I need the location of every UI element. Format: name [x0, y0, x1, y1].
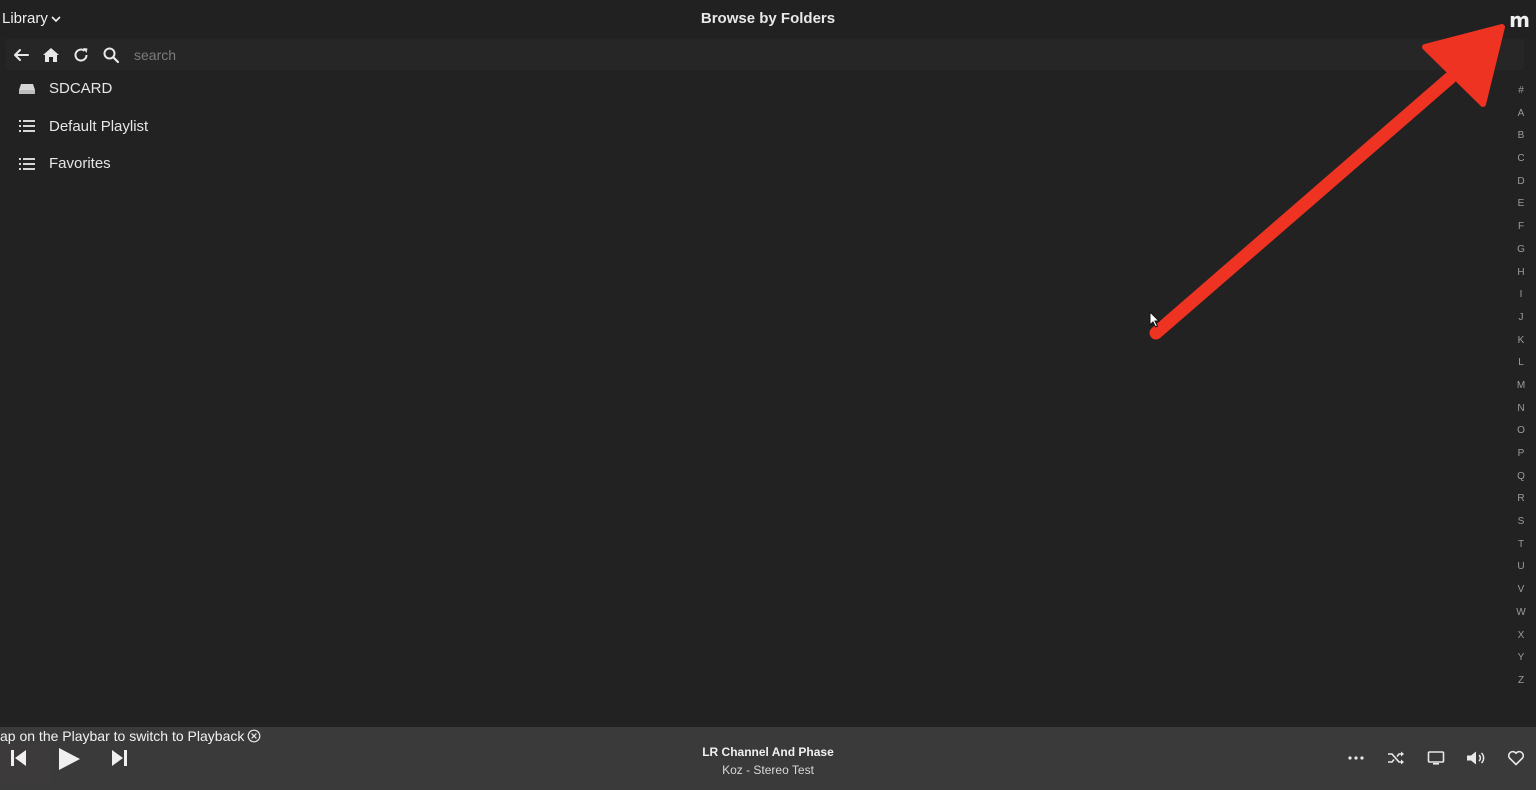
app-window: Library Browse by Folders m search SDCAR… [0, 0, 1536, 790]
alphabet-letter[interactable]: K [1518, 330, 1525, 353]
shuffle-icon[interactable] [1386, 749, 1406, 767]
refresh-button[interactable] [66, 39, 96, 70]
alphabet-letter[interactable]: F [1518, 216, 1524, 239]
back-arrow-icon [14, 48, 29, 61]
alphabet-letter[interactable]: N [1517, 398, 1524, 421]
alphabet-letter[interactable]: L [1518, 352, 1524, 375]
alphabet-letter[interactable]: D [1517, 171, 1524, 194]
search-icon [103, 47, 120, 63]
alphabet-letter[interactable]: G [1517, 239, 1525, 262]
volume-icon[interactable] [1466, 749, 1486, 767]
alphabet-letter[interactable]: U [1517, 556, 1524, 579]
alphabet-letter[interactable]: B [1518, 125, 1525, 148]
track-title: LR Channel And Phase [702, 745, 834, 759]
alphabet-letter[interactable]: A [1518, 103, 1525, 126]
alphabet-letter[interactable]: R [1517, 488, 1524, 511]
list-icon [18, 117, 36, 135]
playbar-controls-right [1346, 749, 1526, 767]
alphabet-letter[interactable]: H [1517, 262, 1524, 285]
home-icon [43, 47, 59, 62]
alphabet-letter[interactable]: O [1517, 420, 1525, 443]
refresh-icon [74, 47, 88, 62]
toast-notification: ap on the Playbar to switch to Playback [0, 727, 261, 745]
alphabet-letter[interactable]: W [1516, 602, 1525, 625]
alphabet-letter[interactable]: T [1518, 534, 1524, 557]
alphabet-letter[interactable]: E [1518, 193, 1525, 216]
toolbar [6, 39, 1524, 70]
list-item-favorites[interactable]: Favorites [0, 145, 1490, 183]
alphabet-letter[interactable]: J [1519, 307, 1524, 330]
alphabet-index: # A B C D E F G H I J K L M N O P Q R S T U V W X Y Z [1514, 80, 1528, 693]
alphabet-letter[interactable]: Z [1518, 670, 1524, 693]
back-button[interactable] [6, 39, 36, 70]
alphabet-letter[interactable]: I [1520, 284, 1523, 307]
close-icon[interactable] [247, 729, 261, 743]
drive-icon [18, 80, 36, 98]
search-button[interactable] [96, 39, 126, 70]
alphabet-letter[interactable]: P [1518, 443, 1525, 466]
list-item-label: Default Playlist [49, 117, 149, 135]
now-playing-info[interactable]: LR Channel And Phase Koz - Stereo Test [0, 743, 1536, 779]
home-button[interactable] [36, 39, 66, 70]
mouse-cursor-icon [1149, 311, 1161, 328]
more-icon[interactable] [1346, 749, 1366, 767]
list-item-default-playlist[interactable]: Default Playlist [0, 108, 1490, 146]
alphabet-letter[interactable]: Y [1518, 647, 1525, 670]
alphabet-letter[interactable]: # [1518, 80, 1524, 103]
alphabet-letter[interactable]: M [1517, 375, 1525, 398]
page-title: Browse by Folders [700, 10, 836, 27]
alphabet-letter[interactable]: S [1518, 511, 1525, 534]
alphabet-letter[interactable]: V [1518, 579, 1525, 602]
app-logo[interactable]: m [1509, 8, 1530, 32]
heart-icon[interactable] [1506, 749, 1526, 767]
list-icon [18, 155, 36, 173]
alphabet-letter[interactable]: C [1517, 148, 1524, 171]
list-item-label: SDCARD [49, 80, 113, 98]
list-item-sdcard[interactable]: SDCARD [0, 70, 1490, 108]
list-item-label: Favorites [49, 155, 111, 173]
header: Library Browse by Folders m [0, 0, 1536, 38]
alphabet-letter[interactable]: Q [1517, 466, 1525, 489]
track-artist-album: Koz - Stereo Test [722, 763, 814, 777]
folder-list: SDCARD Default Playlist Favorites [0, 70, 1490, 183]
display-icon[interactable] [1426, 749, 1446, 767]
search-input[interactable] [132, 42, 1524, 67]
toast-text: ap on the Playbar to switch to Playback [0, 728, 245, 744]
alphabet-letter[interactable]: X [1518, 625, 1525, 648]
